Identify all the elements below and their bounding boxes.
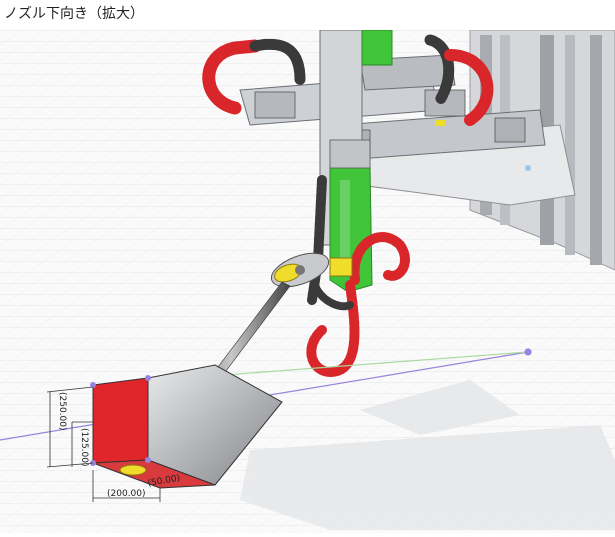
dimension-vertical-outer[interactable]: (250.00): [57, 392, 67, 431]
dimension-vertical-inner[interactable]: (125.00): [79, 428, 89, 467]
cad-viewport[interactable]: (250.00) (125.00) (200.00) (50.00): [0, 29, 615, 533]
dimension-horizontal-outer[interactable]: (200.00): [107, 489, 146, 499]
page-caption: ノズル下向き（拡大）: [4, 6, 144, 22]
